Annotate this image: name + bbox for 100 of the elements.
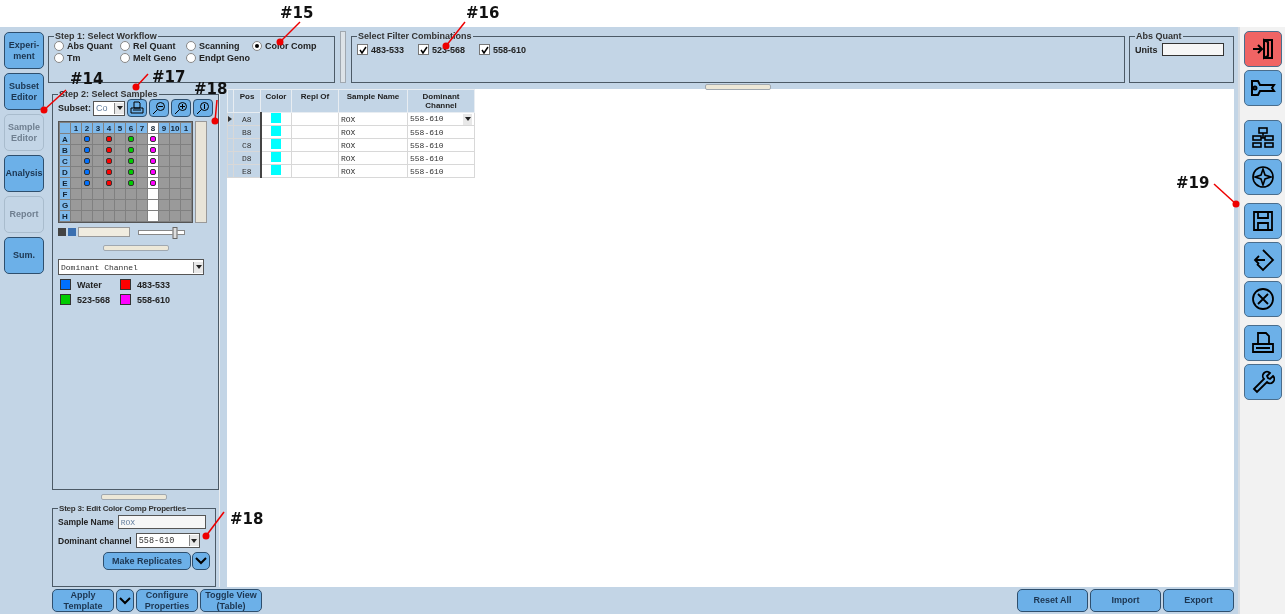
dropdown-arrow-icon[interactable] [188, 535, 199, 546]
splitter-handle[interactable] [102, 245, 169, 251]
nav-button[interactable]: Sum. [4, 237, 44, 274]
radio-option[interactable]: Tm [54, 53, 120, 63]
table-cell: ROX [338, 151, 408, 165]
legend-label: Water [77, 279, 102, 290]
column-header[interactable]: 10 [170, 123, 180, 133]
nav-button[interactable]: Experi- ment [4, 32, 44, 69]
column-header[interactable]: Sample Name [338, 89, 408, 113]
checkbox[interactable] [357, 44, 368, 55]
scrollbar[interactable] [195, 121, 207, 223]
magnifier-icon [196, 101, 210, 115]
splitter-handle[interactable] [340, 31, 346, 83]
save-button[interactable] [1243, 203, 1282, 239]
column-header[interactable]: 2 [82, 123, 92, 133]
channel-dropdown[interactable]: 558-610 [135, 533, 200, 548]
save-icon [1250, 209, 1275, 233]
exit-button[interactable] [1243, 31, 1282, 67]
row-header[interactable]: G [60, 200, 70, 210]
last-icon[interactable] [68, 228, 76, 236]
column-header[interactable]: 7 [137, 123, 147, 133]
row-header[interactable]: D [60, 167, 70, 177]
table-cell: ROX [338, 164, 408, 178]
radio-option[interactable]: Endpt Geno [186, 53, 252, 63]
dropdown-button[interactable] [192, 552, 210, 570]
field-label: Units [1135, 44, 1158, 55]
column-header[interactable]: Dominant Channel [407, 89, 475, 113]
toolbar-button[interactable]: Configure Properties [136, 589, 198, 612]
annotation-label: #18 [230, 510, 264, 528]
checkbox-label: 523-568 [432, 44, 466, 55]
radio-label: Rel Quant [133, 41, 176, 51]
radio-option[interactable]: Abs Quant [54, 41, 120, 51]
annotation-label: #18 [194, 80, 228, 98]
column-header[interactable]: 5 [115, 123, 125, 133]
column-header[interactable]: 1 [71, 123, 81, 133]
sample-name-field[interactable]: ROX [117, 515, 206, 529]
zoom-button[interactable] [193, 99, 213, 117]
row-header[interactable]: E [60, 178, 70, 188]
print-icon [1250, 331, 1275, 355]
column-header[interactable]: 4 [104, 123, 114, 133]
units-input-field[interactable] [1161, 43, 1224, 56]
zoom-in-button[interactable] [171, 99, 191, 117]
column-header[interactable]: 1 [181, 123, 191, 133]
splitter-handle[interactable] [101, 494, 167, 500]
table-cell: 558-610 [410, 113, 444, 123]
checkbox[interactable] [418, 44, 430, 55]
compass-button[interactable] [1243, 159, 1282, 195]
radio-label: Tm [67, 53, 81, 63]
plate-corner [60, 123, 70, 133]
diamond-arrow-button[interactable] [1243, 242, 1282, 278]
radio-option[interactable]: Scanning [186, 41, 252, 51]
make-replicates-button[interactable]: Make Replicates [103, 552, 191, 570]
column-header[interactable]: Color [260, 89, 292, 113]
checkbox-label: 558-610 [493, 44, 527, 55]
print-button[interactable] [127, 99, 147, 117]
column-header[interactable]: 3 [93, 123, 103, 133]
row-header[interactable]: B [60, 145, 70, 155]
group-title: Step 1: Select Workflow [54, 31, 158, 41]
scrollbar[interactable] [78, 227, 130, 237]
first-icon[interactable] [58, 228, 66, 236]
toolbar-button[interactable]: Export [1163, 589, 1234, 612]
checkbox[interactable] [479, 44, 491, 55]
radio-label: Endpt Geno [199, 53, 250, 63]
column-header[interactable]: 8 [148, 123, 158, 133]
column-header[interactable]: Pos [233, 89, 261, 113]
wrench-icon [1250, 370, 1275, 394]
view-dropdown[interactable]: Dominant Channel [58, 259, 204, 275]
hierarchy-button[interactable] [1243, 120, 1282, 156]
group-title: Abs Quant [1135, 31, 1183, 41]
close-button[interactable] [1243, 281, 1282, 317]
row-header[interactable]: F [60, 189, 70, 199]
nav-button[interactable]: Subset Editor [4, 73, 44, 110]
apply-template-button[interactable]: Apply Template [52, 589, 114, 612]
table-corner [227, 89, 234, 113]
toolbar-button[interactable]: Reset All [1017, 589, 1088, 612]
splitter-handle[interactable] [705, 84, 771, 90]
key-button[interactable] [1243, 70, 1282, 106]
wrench-button[interactable] [1243, 364, 1282, 400]
column-header[interactable]: 6 [126, 123, 136, 133]
print-icon [130, 101, 144, 115]
row-header[interactable]: H [60, 211, 70, 221]
print-button[interactable] [1243, 325, 1282, 361]
zoom-out-button[interactable] [149, 99, 169, 117]
subset-dropdown[interactable]: Co [93, 100, 125, 116]
annotation-label: #15 [280, 4, 314, 22]
dropdown-button[interactable] [116, 589, 134, 612]
column-header[interactable]: Repl Of [291, 89, 339, 113]
legend-label: 483-533 [137, 279, 171, 290]
radio-option[interactable]: Melt Geno [120, 53, 186, 63]
table-cell: ROX [338, 125, 408, 139]
toolbar-button[interactable]: Toggle View (Table) [200, 589, 262, 612]
row-header[interactable]: A [60, 134, 70, 144]
toolbar-button[interactable]: Import [1090, 589, 1161, 612]
column-header[interactable]: 9 [159, 123, 169, 133]
radio-option[interactable]: Rel Quant [120, 41, 186, 51]
close-icon [1250, 287, 1275, 311]
row-header[interactable]: C [60, 156, 70, 166]
zoom-out-icon [152, 101, 166, 115]
hierarchy-icon [1250, 126, 1275, 150]
nav-button[interactable]: Analysis [4, 155, 44, 192]
